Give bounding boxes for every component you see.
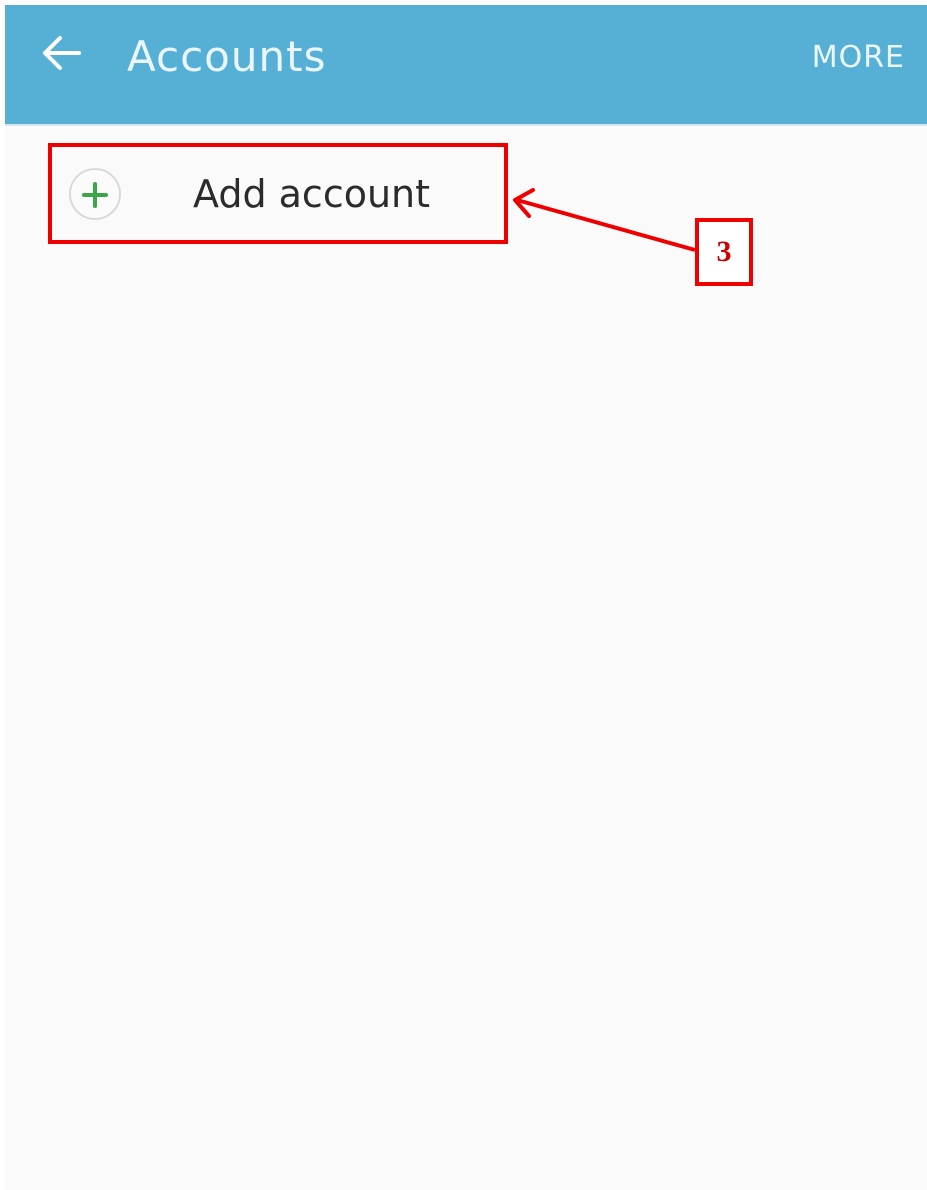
accounts-screen: Accounts MORE Add account 3 [5,5,927,1190]
app-bar: Accounts MORE [5,5,927,126]
step-number: 3 [716,235,732,268]
back-arrow-icon [43,36,81,70]
plus-circle [69,168,121,220]
add-account-label: Add account [193,172,431,216]
add-account-item[interactable]: Add account [55,148,499,236]
plus-icon [82,182,108,208]
page-title: Accounts [127,32,327,81]
back-button[interactable] [39,31,83,75]
more-button[interactable]: MORE [812,39,905,77]
step-callout: 3 [695,218,753,286]
